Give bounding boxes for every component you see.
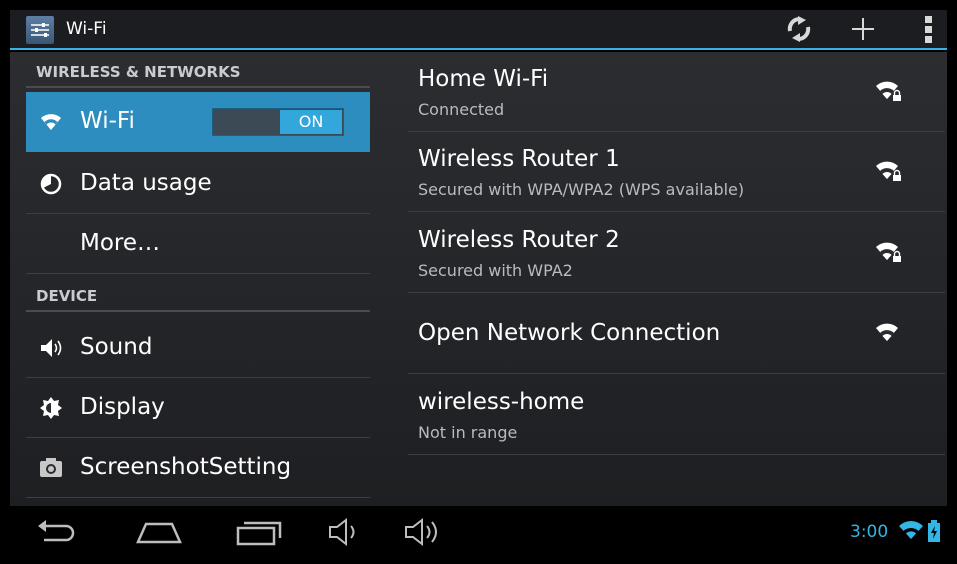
settings-list: WIRELESS & NETWORKS Wi-Fi ON Data usage … (26, 52, 370, 506)
wifi-signal-locked-icon (876, 81, 901, 101)
settings-item-wifi[interactable]: Wi-Fi ON (26, 92, 370, 152)
recent-apps-icon[interactable] (236, 516, 284, 548)
back-icon[interactable] (36, 516, 80, 548)
network-item-wireless-router-2[interactable]: Wireless Router 2 Secured with WPA2 (408, 213, 945, 293)
navigation-bar: 3:00 (10, 506, 947, 558)
wifi-toggle[interactable]: ON (212, 108, 344, 136)
volume-down-icon[interactable] (326, 516, 366, 548)
data-usage-icon (40, 173, 62, 195)
settings-item-data-usage[interactable]: Data usage (26, 154, 370, 214)
category-header-device: DEVICE (26, 282, 370, 312)
settings-item-label: Wi-Fi (80, 108, 135, 134)
volume-up-icon[interactable] (402, 516, 446, 548)
sound-icon (41, 339, 62, 357)
status-wifi-icon (899, 521, 923, 539)
network-name: Wireless Router 1 (418, 146, 620, 172)
settings-item-label: Display (80, 394, 165, 420)
network-name: Home Wi-Fi (418, 66, 549, 92)
settings-item-label: ScreenshotSetting (80, 454, 292, 480)
settings-content: WIRELESS & NETWORKS Wi-Fi ON Data usage … (10, 52, 947, 506)
network-item-wireless-home[interactable]: wireless-home Not in range (408, 375, 945, 455)
add-network-button[interactable] (840, 10, 884, 48)
network-status: Not in range (418, 423, 518, 442)
network-list: Home Wi-Fi Connected Wireless Router 1 S… (408, 52, 945, 506)
network-status: Secured with WPA2 (418, 261, 573, 280)
settings-item-sound[interactable]: Sound (26, 318, 370, 378)
home-icon[interactable] (134, 516, 184, 548)
settings-item-display[interactable]: Display (26, 378, 370, 438)
battery-charging-icon (928, 520, 940, 542)
overflow-menu-icon (925, 16, 932, 43)
camera-icon (40, 458, 62, 477)
action-bar: Wi-Fi (10, 10, 947, 50)
status-clock: 3:00 (850, 522, 889, 542)
network-item-wireless-router-1[interactable]: Wireless Router 1 Secured with WPA/WPA2 … (408, 132, 945, 212)
settings-item-label: More… (80, 230, 161, 256)
wifi-icon (41, 114, 61, 130)
category-header-wireless: WIRELESS & NETWORKS (26, 58, 370, 88)
display-icon (40, 397, 62, 419)
overflow-menu-button[interactable] (906, 10, 950, 48)
network-item-open-network[interactable]: Open Network Connection (408, 294, 945, 374)
network-name: Open Network Connection (418, 320, 721, 346)
network-status: Secured with WPA/WPA2 (WPS available) (418, 180, 745, 199)
wps-scan-button[interactable] (776, 10, 820, 48)
settings-item-screenshot[interactable]: ScreenshotSetting (26, 438, 370, 498)
network-name: Wireless Router 2 (418, 227, 620, 253)
wifi-signal-locked-icon (876, 242, 901, 262)
network-status: Connected (418, 100, 505, 119)
settings-icon[interactable] (26, 16, 54, 44)
wps-scan-icon (787, 16, 811, 42)
settings-item-label: Sound (80, 334, 153, 360)
wifi-toggle-state: ON (280, 110, 342, 134)
network-name: wireless-home (418, 389, 585, 415)
network-item-home-wifi[interactable]: Home Wi-Fi Connected (408, 52, 945, 132)
page-title: Wi-Fi (66, 19, 107, 39)
wifi-signal-locked-icon (876, 161, 901, 181)
settings-item-more[interactable]: More… (26, 214, 370, 274)
wifi-signal-icon (876, 323, 898, 341)
add-network-icon (852, 18, 874, 40)
settings-item-label: Data usage (80, 170, 212, 196)
